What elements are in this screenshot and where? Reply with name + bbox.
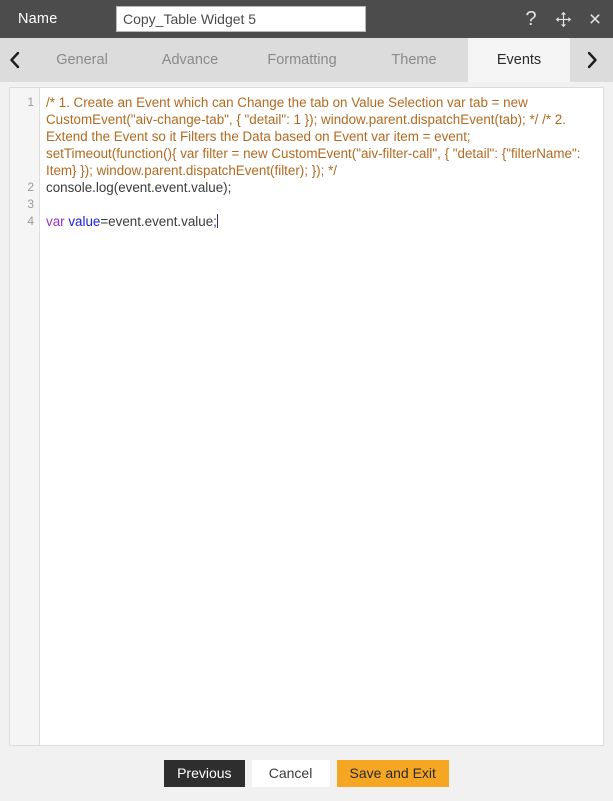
- tab-theme[interactable]: Theme: [360, 38, 468, 82]
- line-number: 4: [27, 214, 34, 228]
- line-number: 2: [27, 180, 34, 194]
- cancel-button[interactable]: Cancel: [251, 760, 330, 787]
- tab-label: General: [56, 52, 108, 68]
- settings-tab-bar: General Advance Formatting Theme Events: [0, 38, 613, 82]
- code-line-1: /* 1. Create an Event which can Change t…: [46, 95, 581, 178]
- previous-button[interactable]: Previous: [164, 760, 245, 787]
- tab-label: Formatting: [267, 52, 337, 68]
- widget-name-input[interactable]: [116, 6, 366, 32]
- code-text-area[interactable]: /* 1. Create an Event which can Change t…: [40, 88, 603, 745]
- code-line-4: var value=event.event.value;: [46, 213, 595, 230]
- window-title-bar: Name ? ×: [0, 0, 613, 38]
- tab-events[interactable]: Events: [468, 38, 570, 82]
- text-cursor: [216, 214, 218, 228]
- tab-label: Theme: [391, 52, 437, 68]
- help-icon[interactable]: ?: [521, 9, 541, 29]
- code-keyword: var: [46, 214, 65, 229]
- line-number: 1: [27, 95, 34, 109]
- line-number: 3: [27, 197, 34, 211]
- tab-label: Advance: [161, 52, 219, 68]
- tabs-scroll-left-button[interactable]: [0, 38, 30, 82]
- tab-general[interactable]: General: [28, 38, 136, 82]
- dialog-footer: Previous Cancel Save and Exit: [0, 746, 613, 801]
- tab-formatting[interactable]: Formatting: [244, 38, 360, 82]
- title-bar-actions: ? ×: [521, 0, 605, 38]
- tabs-scroll-right-button[interactable]: [570, 38, 613, 82]
- code-editor[interactable]: 1 2 3 4 /* 1. Create an Event which can …: [9, 87, 604, 746]
- close-x-icon[interactable]: ×: [585, 9, 605, 30]
- name-label: Name: [18, 11, 58, 27]
- move-cross-arrows-icon[interactable]: [553, 9, 573, 29]
- tab-advance[interactable]: Advance: [136, 38, 244, 82]
- code-line-2: console.log(event.event.value);: [46, 180, 232, 195]
- line-number-gutter: 1 2 3 4: [10, 88, 40, 745]
- tab-label: Events: [496, 52, 542, 68]
- save-and-exit-button[interactable]: Save and Exit: [336, 760, 449, 787]
- tabs-scroll-container: General Advance Formatting Theme Events: [28, 38, 570, 82]
- code-expression: =event.event.value;: [100, 214, 217, 229]
- code-identifier: value: [68, 214, 101, 229]
